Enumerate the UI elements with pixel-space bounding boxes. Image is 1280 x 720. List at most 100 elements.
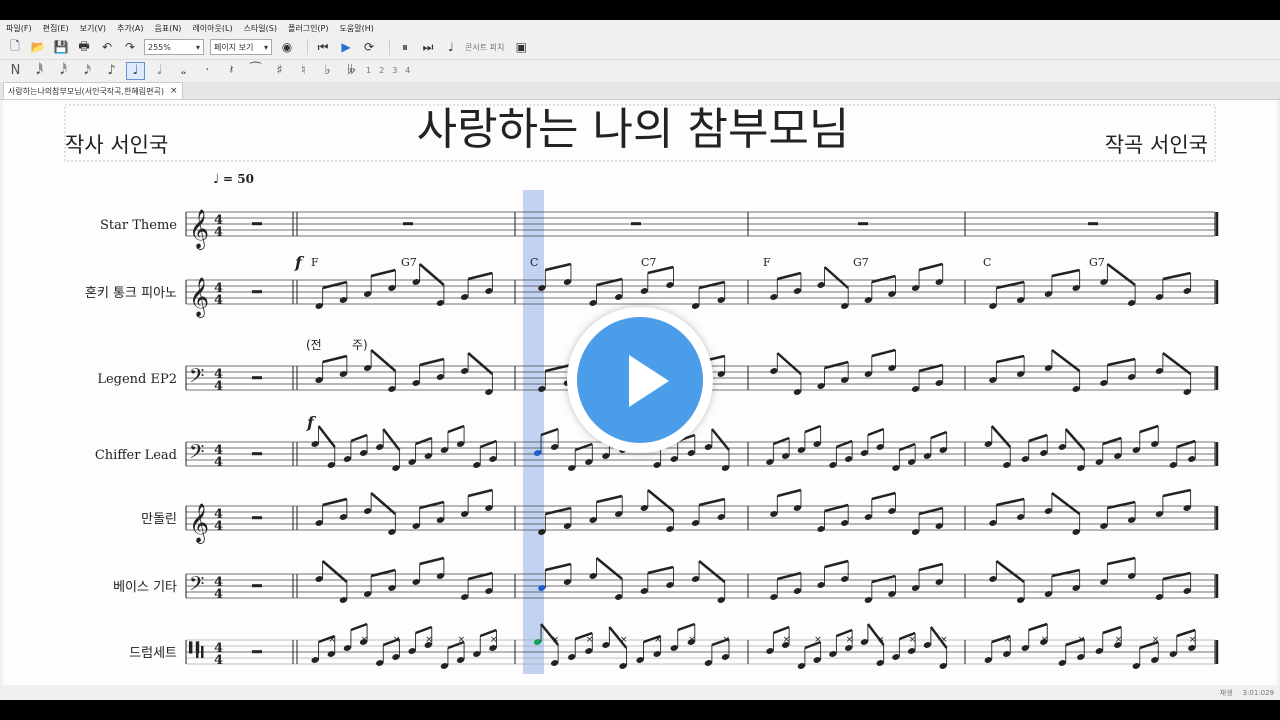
zoom-select[interactable]: 255% ▾ (144, 39, 204, 55)
playback-state: 재생 (1219, 688, 1233, 697)
rest-icon[interactable]: 𝄽 (222, 62, 241, 80)
note-beam (418, 263, 445, 286)
tempo-marking: = 50 (223, 172, 254, 186)
note-beam (918, 562, 943, 572)
voice-3[interactable]: 3 (392, 66, 397, 75)
metronome-icon[interactable]: ♩ (442, 38, 460, 56)
play-icon[interactable]: ▶ (337, 38, 355, 56)
video-play-button[interactable] (567, 307, 713, 453)
time-signature-bottom: 4 (214, 293, 223, 308)
voice-4[interactable]: 4 (405, 66, 410, 75)
loop-in-icon[interactable]: ⏸ (396, 38, 414, 56)
duration-32nd-icon[interactable]: 𝅘𝅥𝅰 (54, 62, 73, 80)
lyric: (전 (306, 338, 322, 352)
note-beam (1107, 357, 1136, 367)
measure-rest (252, 376, 262, 380)
duration-half-icon[interactable]: 𝅗𝅥 (150, 62, 169, 80)
tempo-note: ♩ (213, 172, 219, 187)
menu-plugins[interactable]: 플러그인(P) (288, 23, 329, 34)
rewind-icon[interactable]: ⏮ (314, 38, 332, 56)
menu-notes[interactable]: 음표(N) (154, 23, 181, 34)
note-beam (776, 352, 802, 375)
note-beam (995, 560, 1025, 583)
voice-2[interactable]: 2 (379, 66, 384, 75)
note-beam (871, 491, 896, 501)
composer: 작곡 서인국 (1105, 133, 1208, 157)
note-input-icon[interactable]: N (6, 62, 25, 80)
note-beam (419, 500, 445, 510)
note-beam (467, 488, 493, 498)
clef-icon: 𝄞 (189, 277, 209, 318)
note-beam (804, 640, 822, 650)
concert-pitch-toggle[interactable]: 콘서트 피치 (465, 42, 504, 53)
duration-64th-icon[interactable]: 𝅘𝅥𝅱 (30, 62, 49, 80)
note-beam (1162, 352, 1192, 375)
note-beam (898, 442, 916, 452)
menu-file[interactable]: 파일(F) (6, 23, 32, 34)
augmentation-dot-icon[interactable]: · (198, 62, 217, 80)
note-beam (545, 562, 572, 572)
time-signature-bottom: 4 (214, 225, 223, 240)
undo-icon[interactable]: ↶ (98, 38, 116, 56)
menu-style[interactable]: 스타일(S) (244, 23, 277, 34)
note-beam (322, 354, 348, 364)
menu-layout[interactable]: 레이아웃(L) (192, 23, 232, 34)
tie-icon[interactable]: ⁀ (246, 62, 265, 80)
menu-help[interactable]: 도움말(H) (340, 23, 374, 34)
loop-icon[interactable]: ⟳ (360, 38, 378, 56)
note-beam (370, 492, 397, 515)
redo-icon[interactable]: ↷ (121, 38, 139, 56)
note-beam (804, 424, 822, 434)
note-beam (647, 489, 675, 512)
note-beam (1051, 349, 1081, 372)
close-icon[interactable]: × (170, 86, 178, 96)
note-beam (823, 266, 850, 289)
separator (389, 39, 390, 55)
double-flat-icon[interactable]: 𝄫 (342, 62, 361, 80)
flat-icon[interactable]: ♭ (318, 62, 337, 80)
note-beam (1051, 268, 1080, 278)
menu-add[interactable]: 추가(A) (117, 23, 143, 34)
note-beam (322, 280, 348, 290)
duration-16th-icon[interactable]: 𝅘𝅥𝅯 (78, 62, 97, 80)
chevron-down-icon: ▾ (195, 42, 200, 52)
menu-edit[interactable]: 편집(E) (43, 23, 69, 34)
note-beam (918, 506, 943, 516)
note-beam (698, 560, 726, 583)
note-beam (1051, 492, 1081, 515)
natural-icon[interactable]: ♮ (294, 62, 313, 80)
instrument-name: Chiffer Lead (95, 448, 177, 463)
percussion-clef-bar (196, 646, 199, 658)
playback-time: 3:01:029 (1242, 688, 1274, 697)
print-icon[interactable]: 🖶 (75, 38, 93, 56)
note-beam (350, 622, 368, 632)
playback-settings-icon[interactable]: ◉ (278, 38, 296, 56)
document-tab-bar: 사랑하는나의참부모님(서인국작곡,한혜림편곡) × (0, 82, 1280, 100)
note-beam (467, 271, 493, 281)
chord-symbol: G7 (401, 256, 417, 269)
view-mode-select[interactable]: 페이지 보기 ▾ (210, 39, 272, 55)
save-icon[interactable]: 💾 (52, 38, 70, 56)
score-tab[interactable]: 사랑하는나의참부모님(서인국작곡,한혜림편곡) × (3, 82, 183, 99)
sharp-icon[interactable]: ♯ (270, 62, 289, 80)
view-mode-value: 페이지 보기 (214, 42, 254, 52)
menu-view[interactable]: 보기(V) (80, 23, 106, 34)
note-beam (1028, 433, 1048, 443)
duration-eighth-icon[interactable]: ♪ (102, 62, 121, 80)
duration-quarter-icon[interactable]: ♩ (126, 61, 145, 80)
open-folder-icon[interactable]: 📂 (29, 38, 47, 56)
duration-whole-icon[interactable]: 𝅝 (174, 62, 193, 80)
voice-1[interactable]: 1 (366, 66, 371, 75)
measure-rest (858, 222, 868, 226)
separator (307, 39, 308, 55)
image-capture-icon[interactable]: ▣ (512, 38, 530, 56)
note-beam (447, 640, 465, 650)
note-beam (370, 268, 396, 278)
pan-score-icon[interactable]: ⏭ (419, 38, 437, 56)
note-beam (996, 280, 1025, 290)
chevron-down-icon: ▾ (263, 42, 268, 52)
new-file-icon[interactable]: 🗋 (6, 38, 24, 56)
chord-symbol: F (763, 256, 771, 269)
chord-symbol: C (530, 256, 538, 269)
note-beam (777, 488, 802, 498)
